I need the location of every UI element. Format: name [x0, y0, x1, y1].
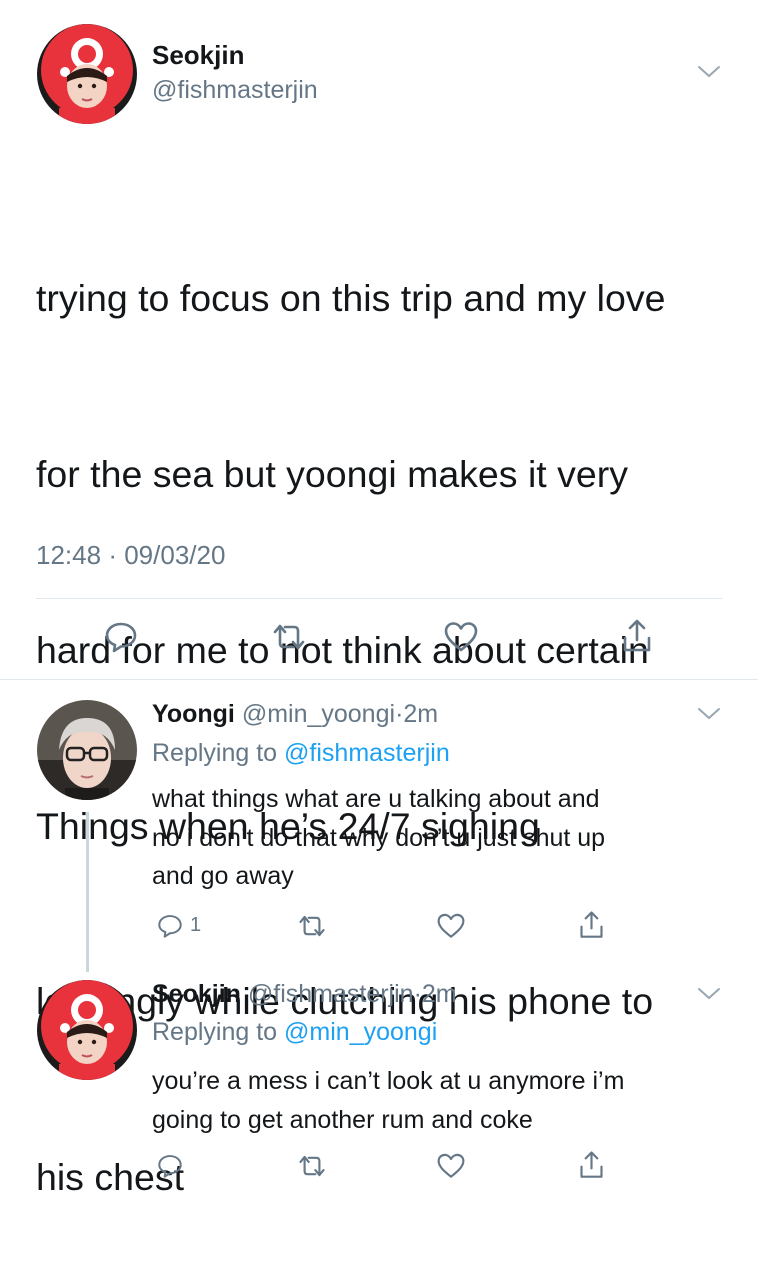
- reply-text-line: and go away: [152, 862, 294, 890]
- replying-to: Replying to @min_yoongi: [152, 1018, 437, 1047]
- reply-text-line: no i don’t do that why don’t u just shut…: [152, 823, 606, 852]
- reply-author-handle[interactable]: @fishmasterjin: [248, 980, 414, 1008]
- reply-icon[interactable]: [157, 1152, 183, 1180]
- reply-text-line: going to get another rum and coke: [152, 1105, 533, 1134]
- tweet-time: 12:48: [36, 540, 102, 570]
- avatar-seokjin[interactable]: [37, 24, 137, 124]
- chevron-down-icon[interactable]: [696, 986, 722, 1002]
- reply-text-line: you’re a mess i can’t look at u anymore …: [152, 1067, 625, 1095]
- retweet-icon[interactable]: [297, 912, 327, 940]
- chevron-down-icon[interactable]: [696, 64, 722, 80]
- reply-text: what things what are u talking about and…: [152, 780, 722, 896]
- retweet-icon[interactable]: [271, 620, 307, 654]
- tweet-date: 09/03/20: [124, 540, 226, 570]
- reply-icon[interactable]: [104, 620, 138, 654]
- meta-separator: ·: [108, 540, 117, 570]
- main-author-name[interactable]: Seokjin: [152, 40, 244, 71]
- chevron-down-icon[interactable]: [696, 706, 722, 722]
- reply-text: you’re a mess i can’t look at u anymore …: [152, 1062, 722, 1139]
- reply-header: Yoongi @min_yoongi·2m: [152, 700, 438, 729]
- reply-age: 2m: [403, 700, 439, 728]
- main-author-handle[interactable]: @fishmasterjin: [152, 76, 318, 105]
- reply-count: 1: [190, 914, 202, 936]
- like-icon[interactable]: [443, 620, 479, 654]
- reply-author-name[interactable]: Yoongi: [152, 700, 235, 728]
- like-icon[interactable]: [436, 1152, 466, 1180]
- reply-author-name[interactable]: Seokjin: [152, 980, 241, 1008]
- replying-to-prefix: Replying to: [152, 739, 278, 767]
- avatar-yoongi[interactable]: [37, 700, 137, 800]
- share-icon[interactable]: [578, 910, 605, 940]
- share-icon[interactable]: [578, 1150, 605, 1180]
- replying-to-prefix: Replying to: [152, 1018, 278, 1046]
- retweet-icon[interactable]: [297, 1152, 327, 1180]
- reply-header: Seokjin @fishmasterjin·2m: [152, 980, 457, 1009]
- like-icon[interactable]: [436, 912, 466, 940]
- avatar-seokjin[interactable]: [37, 980, 137, 1080]
- replying-to-link[interactable]: @min_yoongi: [284, 1018, 437, 1046]
- reply-icon[interactable]: [157, 912, 183, 940]
- replying-to-link[interactable]: @fishmasterjin: [284, 739, 450, 767]
- tweet-text-line: his chest: [36, 1156, 184, 1199]
- tweet-text-line: trying to focus on this trip and my love: [36, 277, 666, 320]
- reply-author-handle[interactable]: @min_yoongi: [242, 700, 395, 728]
- section-divider: [0, 679, 758, 680]
- replying-to: Replying to @fishmasterjin: [152, 739, 450, 768]
- thread-connector: [86, 812, 89, 972]
- reply-text-line: what things what are u talking about and: [152, 785, 600, 813]
- share-icon[interactable]: [621, 618, 653, 654]
- tweet-text-line: for the sea but yoongi makes it very: [36, 452, 628, 495]
- meta-separator: ·: [413, 980, 422, 1008]
- tweet-timestamp[interactable]: 12:48 · 09/03/20: [36, 540, 225, 571]
- reply-age: 2m: [421, 980, 457, 1008]
- meta-divider: [36, 598, 722, 599]
